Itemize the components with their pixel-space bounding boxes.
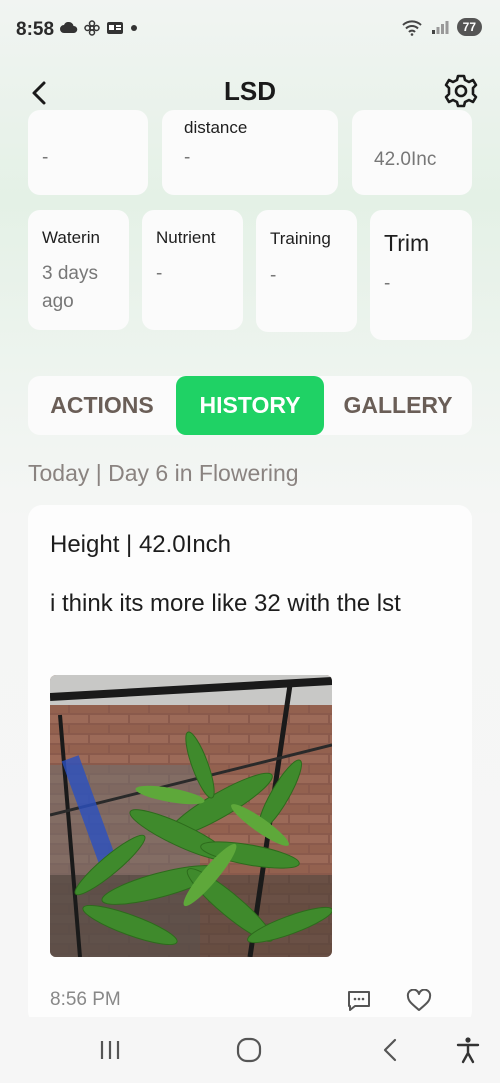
home-icon — [236, 1037, 262, 1063]
stat-title: Trim — [384, 230, 430, 256]
status-bar: 8:58 77 — [0, 0, 500, 60]
stat-card-height[interactable]: 42.0Inc — [352, 110, 472, 195]
history-entry-card[interactable]: Height | 42.0Inch i think its more like … — [28, 505, 472, 1025]
stat-value: - — [384, 273, 391, 294]
stat-value: 42.0Inc — [374, 149, 437, 170]
dot-icon — [131, 25, 137, 31]
stat-card-distance[interactable]: distance - — [162, 110, 338, 195]
settings-button[interactable] — [442, 72, 480, 110]
stat-card-nutrient[interactable]: Nutrient - — [142, 210, 243, 330]
notification-icons — [60, 20, 138, 36]
status-time: 8:58 — [16, 19, 55, 40]
entry-note: i think its more like 32 with the lst — [50, 590, 401, 617]
back-arrow-icon — [383, 1038, 397, 1062]
plant-photo[interactable] — [50, 675, 332, 957]
stat-title: Nutrient — [156, 228, 216, 247]
signal-icon — [431, 21, 449, 34]
stat-title: Waterin — [42, 228, 100, 247]
stat-title: Training — [270, 229, 331, 248]
stat-value: 3 days ago — [42, 263, 98, 312]
cloud-icon — [60, 22, 78, 33]
system-nav-bar — [0, 1017, 500, 1083]
comment-button[interactable] — [346, 989, 372, 1013]
like-button[interactable] — [406, 988, 432, 1013]
wifi-icon — [401, 20, 422, 36]
home-button[interactable] — [234, 1035, 264, 1065]
stat-card-training[interactable]: Training - — [256, 210, 357, 332]
entry-title: Height | 42.0Inch — [50, 531, 232, 558]
tab-history[interactable]: HISTORY — [176, 376, 324, 435]
accessibility-button[interactable] — [453, 1035, 483, 1065]
accessibility-icon — [456, 1037, 480, 1064]
tab-bar: ACTIONS HISTORY GALLERY — [28, 376, 472, 435]
plant-photo-image — [50, 675, 332, 957]
recent-apps-button[interactable] — [95, 1035, 125, 1065]
stat-value: - — [270, 265, 277, 286]
gallery-notification-icon — [107, 22, 123, 34]
system-icons: 77 — [401, 18, 482, 36]
tab-actions[interactable]: ACTIONS — [28, 376, 176, 435]
stat-value: - — [184, 147, 191, 168]
fan-icon — [84, 20, 100, 36]
history-day-label: Today | Day 6 in Flowering — [28, 460, 299, 486]
system-back-button[interactable] — [375, 1035, 405, 1065]
stat-card-watering[interactable]: Waterin 3 days ago — [28, 210, 129, 330]
tab-gallery[interactable]: GALLERY — [324, 376, 472, 435]
entry-time: 8:56 PM — [50, 989, 121, 1010]
page-title: LSD — [224, 76, 276, 106]
stat-card-trim[interactable]: Trim - — [370, 210, 472, 340]
comment-icon — [348, 991, 370, 1011]
stat-title: distance — [184, 118, 248, 137]
heart-icon — [406, 988, 432, 1011]
battery-indicator: 77 — [456, 18, 482, 36]
recent-apps-icon — [100, 1041, 120, 1059]
stat-value: - — [156, 263, 163, 284]
stat-card[interactable]: - — [28, 110, 148, 195]
gear-icon — [444, 74, 478, 108]
stat-value: - — [42, 147, 49, 168]
